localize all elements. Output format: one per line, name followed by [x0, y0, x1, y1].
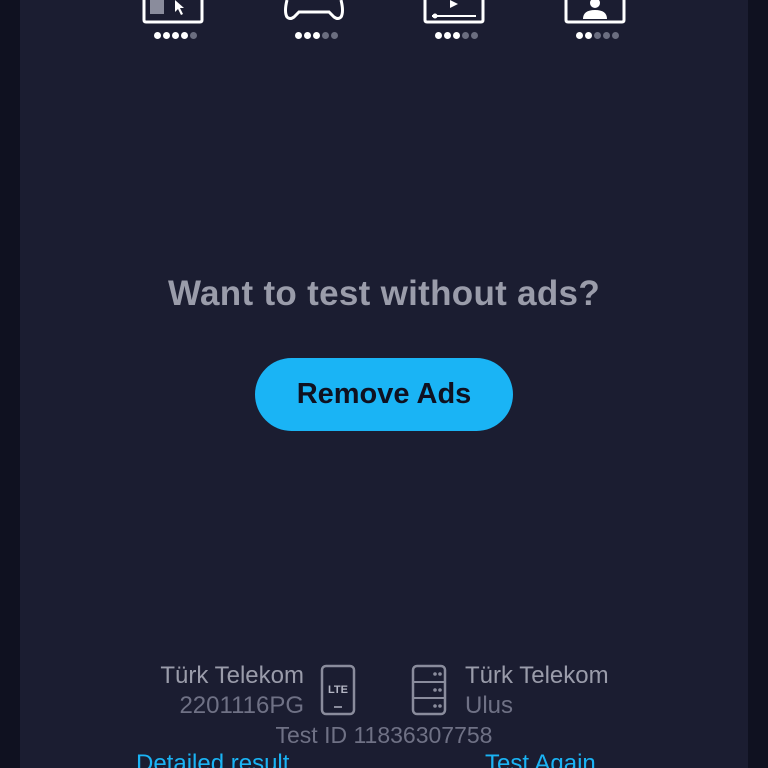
- client-provider-name: Türk Telekom: [160, 662, 304, 689]
- result-screen: Want to test without ads? Remove Ads Tür…: [20, 0, 748, 768]
- rating-browsing: [142, 0, 208, 46]
- remove-ads-button[interactable]: Remove Ads: [255, 358, 513, 431]
- rating-dots: [283, 32, 349, 39]
- rating-dot-empty: [189, 32, 197, 39]
- rating-dot-empty: [461, 32, 469, 39]
- rating-dot-filled: [153, 32, 161, 39]
- server-provider: Türk Telekom Ulus: [465, 661, 655, 721]
- video-icon: [423, 0, 485, 24]
- rating-dot-filled: [180, 32, 188, 39]
- test-again-link[interactable]: Test Again: [485, 750, 596, 768]
- network-type-label: LTE: [328, 684, 348, 696]
- rating-dot-filled: [312, 32, 320, 39]
- rating-dot-empty: [593, 32, 601, 39]
- rating-dot-filled: [294, 32, 302, 39]
- server-location: Ulus: [465, 692, 514, 719]
- client-device: 2201116PG: [179, 692, 304, 719]
- phone-lte-icon: LTE: [320, 664, 356, 716]
- quality-ratings: [20, 0, 748, 50]
- video-call-icon: [564, 0, 626, 24]
- gamepad-icon: [284, 0, 344, 20]
- rating-dot-empty: [602, 32, 610, 39]
- rating-dot-empty: [330, 32, 338, 39]
- test-id: Test ID 11836307758: [275, 722, 493, 748]
- detailed-result-link[interactable]: Detailed result: [136, 750, 289, 768]
- rating-dot-filled: [171, 32, 179, 39]
- server-icon: [411, 664, 447, 716]
- rating-dots: [142, 32, 208, 39]
- rating-gaming: [283, 0, 349, 46]
- rating-dot-empty: [321, 32, 329, 39]
- rating-dots: [423, 32, 489, 39]
- rating-streaming: [423, 0, 489, 46]
- upsell-title: Want to test without ads?: [168, 274, 600, 313]
- rating-dot-filled: [162, 32, 170, 39]
- rating-dots: [564, 32, 630, 39]
- rating-dot-filled: [452, 32, 460, 39]
- browsing-icon: [142, 0, 204, 24]
- client-provider: Türk Telekom 2201116PG: [144, 661, 304, 721]
- rating-dot-filled: [575, 32, 583, 39]
- rating-dot-filled: [584, 32, 592, 39]
- rating-dot-filled: [303, 32, 311, 39]
- server-provider-name: Türk Telekom: [465, 662, 609, 689]
- rating-dot-filled: [434, 32, 442, 39]
- rating-dot-filled: [443, 32, 451, 39]
- rating-dot-empty: [611, 32, 619, 39]
- rating-dot-empty: [470, 32, 478, 39]
- rating-video-call: [564, 0, 630, 46]
